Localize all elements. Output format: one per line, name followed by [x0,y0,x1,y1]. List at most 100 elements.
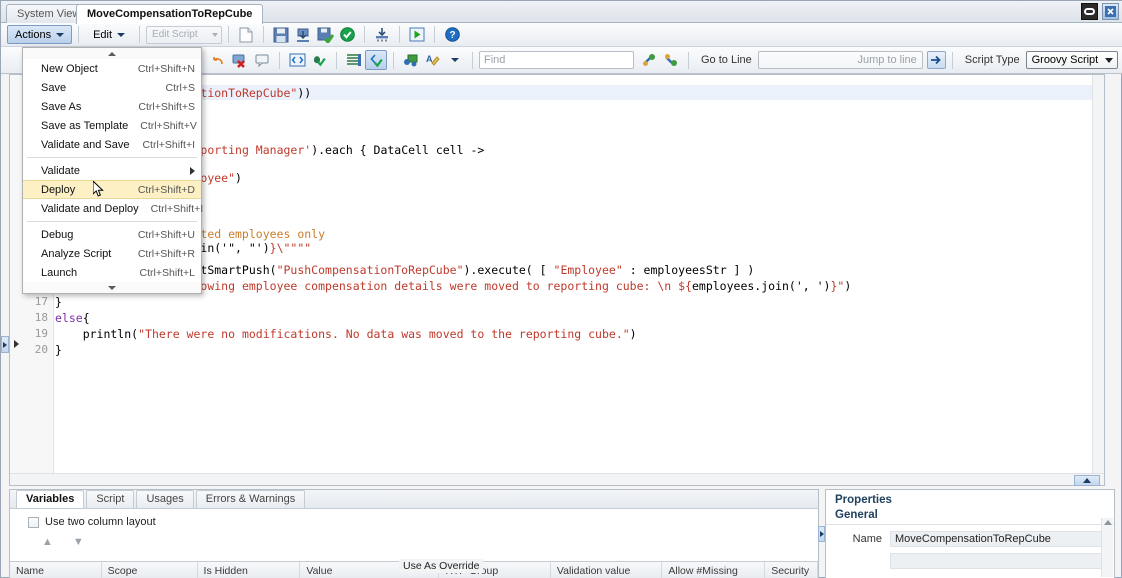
code-text-area[interactable]: artPush("PushCompensationToRepCube"))es]… [55,75,1092,473]
menu-item-launch[interactable]: Launch Ctrl+Shift+L [23,263,201,282]
menu-item-shortcut: Ctrl+Shift+D [137,183,195,196]
menu-item-debug[interactable]: Debug Ctrl+Shift+U [23,225,201,244]
menu-item-shortcut: Ctrl+Shift+I [150,202,204,215]
find-input[interactable]: Find [479,51,634,69]
comment-button[interactable] [251,50,273,70]
jump-to-line-input[interactable]: Jump to line [757,51,923,69]
find-next-button[interactable] [660,50,682,70]
tab-move-compensation-to-repcube-label: MoveCompensationToRepCube [87,8,253,20]
format-button[interactable]: A [422,50,444,70]
new-file-button[interactable] [235,25,257,45]
deploy-button[interactable] [371,25,393,45]
menu-item-analyze-script[interactable]: Analyze Script Ctrl+Shift+R [23,244,201,263]
edit-menu-button[interactable]: Edit [85,25,133,44]
script-type-dropdown[interactable]: Groovy Script [1025,51,1118,69]
find-previous-button[interactable] [638,50,660,70]
menu-scroll-down[interactable] [23,282,201,293]
move-down-icon[interactable]: ▼ [73,536,84,548]
restore-window-button[interactable] [1081,3,1098,20]
menu-item-new-object[interactable]: New Object Ctrl+Shift+N [23,59,201,78]
validate-ok-icon [339,27,355,42]
jump-to-line-button[interactable] [926,51,946,69]
deploy-check-button[interactable] [365,50,387,70]
toolbar-separator [263,26,265,43]
run-button[interactable] [406,25,428,45]
two-column-layout-row[interactable]: Use two column layout [10,509,818,528]
properties-panel: Properties General Name MoveCompensation… [825,489,1115,578]
expand-fold-icon [14,339,19,348]
help-button[interactable]: ? [441,25,463,45]
save-all-button[interactable] [292,25,314,45]
toolbar-separator [364,26,366,43]
move-up-icon[interactable]: ▲ [42,536,53,548]
tab-move-compensation-to-repcube[interactable]: MoveCompensationToRepCube [76,4,264,24]
menu-item-deploy[interactable]: Deploy Ctrl+Shift+D [23,180,201,199]
two-column-layout-label: Use two column layout [45,516,156,528]
expand-fold-marker[interactable] [11,337,22,350]
menu-item-label: Launch [41,266,78,279]
table-column-header[interactable]: Security [765,562,818,578]
actions-dropdown-menu[interactable]: New Object Ctrl+Shift+N Save Ctrl+S Save As C… [22,47,204,294]
menu-item-shortcut: Ctrl+Shift+N [137,62,195,75]
collapse-editor-button[interactable] [1074,475,1100,486]
menu-item-validate-and-save[interactable]: Validate and Save Ctrl+Shift+I [23,135,201,154]
panel-splitter-handle[interactable] [818,526,825,542]
remove-error-button[interactable] [229,50,251,70]
undo-button[interactable] [207,50,229,70]
format-dropdown-button[interactable] [444,50,466,70]
table-column-header[interactable]: Scope [102,562,198,578]
spellcheck-button[interactable] [308,50,330,70]
code-token: { [82,311,90,325]
code-token: } [55,343,62,357]
panel-tab-errors-warnings[interactable]: Errors & Warnings [195,490,306,508]
editor-splitter-handle[interactable] [1,336,9,353]
menu-item-validate[interactable]: Validate [23,161,201,180]
two-column-layout-checkbox[interactable] [28,516,39,528]
submenu-arrow-icon [190,166,195,175]
table-column-header[interactable]: Is Hidden [198,562,301,578]
panel-tab-usages[interactable]: Usages [136,490,194,508]
script-type-label: Script Type [964,54,1020,66]
package-button[interactable] [400,50,422,70]
run-icon [409,27,425,42]
svg-text:?: ? [449,30,455,41]
menu-item-shortcut: Ctrl+Shift+V [140,119,197,132]
save-button[interactable] [270,25,292,45]
chevron-down-icon [1104,57,1113,63]
edit-script-dropdown[interactable]: Edit Script [146,25,223,44]
validate-button[interactable] [336,25,358,45]
actions-menu-button[interactable]: Actions [7,25,73,44]
indent-icon [347,54,361,66]
menu-item-label: Validate [41,164,80,177]
code-token: employees.join(', ') [691,279,831,293]
toolbar-separator [688,51,689,69]
menu-scroll-up[interactable] [23,48,201,59]
table-column-header[interactable]: Validation value [551,562,663,578]
menu-item-save[interactable]: Save Ctrl+S [23,78,201,97]
properties-second-field[interactable] [890,553,1104,569]
deploy-icon [376,27,389,41]
table-column-header[interactable]: Allow #Missing [662,562,766,578]
menu-separator [27,221,197,222]
menu-item-save-as[interactable]: Save As Ctrl+Shift+S [23,97,201,116]
code-token: ) [235,171,242,185]
editor-horizontal-scrollbar[interactable] [10,473,1104,485]
close-window-button[interactable] [1102,3,1119,20]
properties-name-field[interactable]: MoveCompensationToRepCube [890,531,1104,547]
indent-button[interactable] [343,50,365,70]
panel-tab-label: Errors & Warnings [205,493,296,505]
table-column-header[interactable]: Name [10,562,102,578]
chevron-down-icon [451,58,459,62]
line-number: 20 [34,343,48,356]
window-controls [1081,3,1119,20]
menu-item-save-as-template[interactable]: Save as Template Ctrl+Shift+V [23,116,201,135]
panel-tab-script[interactable]: Script [86,490,135,508]
save-and-validate-button[interactable] [314,25,336,45]
menu-item-validate-and-deploy[interactable]: Validate and Deploy Ctrl+Shift+I [23,199,204,218]
toolbar-separator [399,26,401,43]
properties-scrollbar[interactable] [1101,518,1113,577]
code-tags-button[interactable] [286,50,308,70]
editor-vertical-scrollbar[interactable] [1092,75,1104,485]
panel-tab-variables[interactable]: Variables [16,490,85,508]
code-token: }" [830,279,845,293]
